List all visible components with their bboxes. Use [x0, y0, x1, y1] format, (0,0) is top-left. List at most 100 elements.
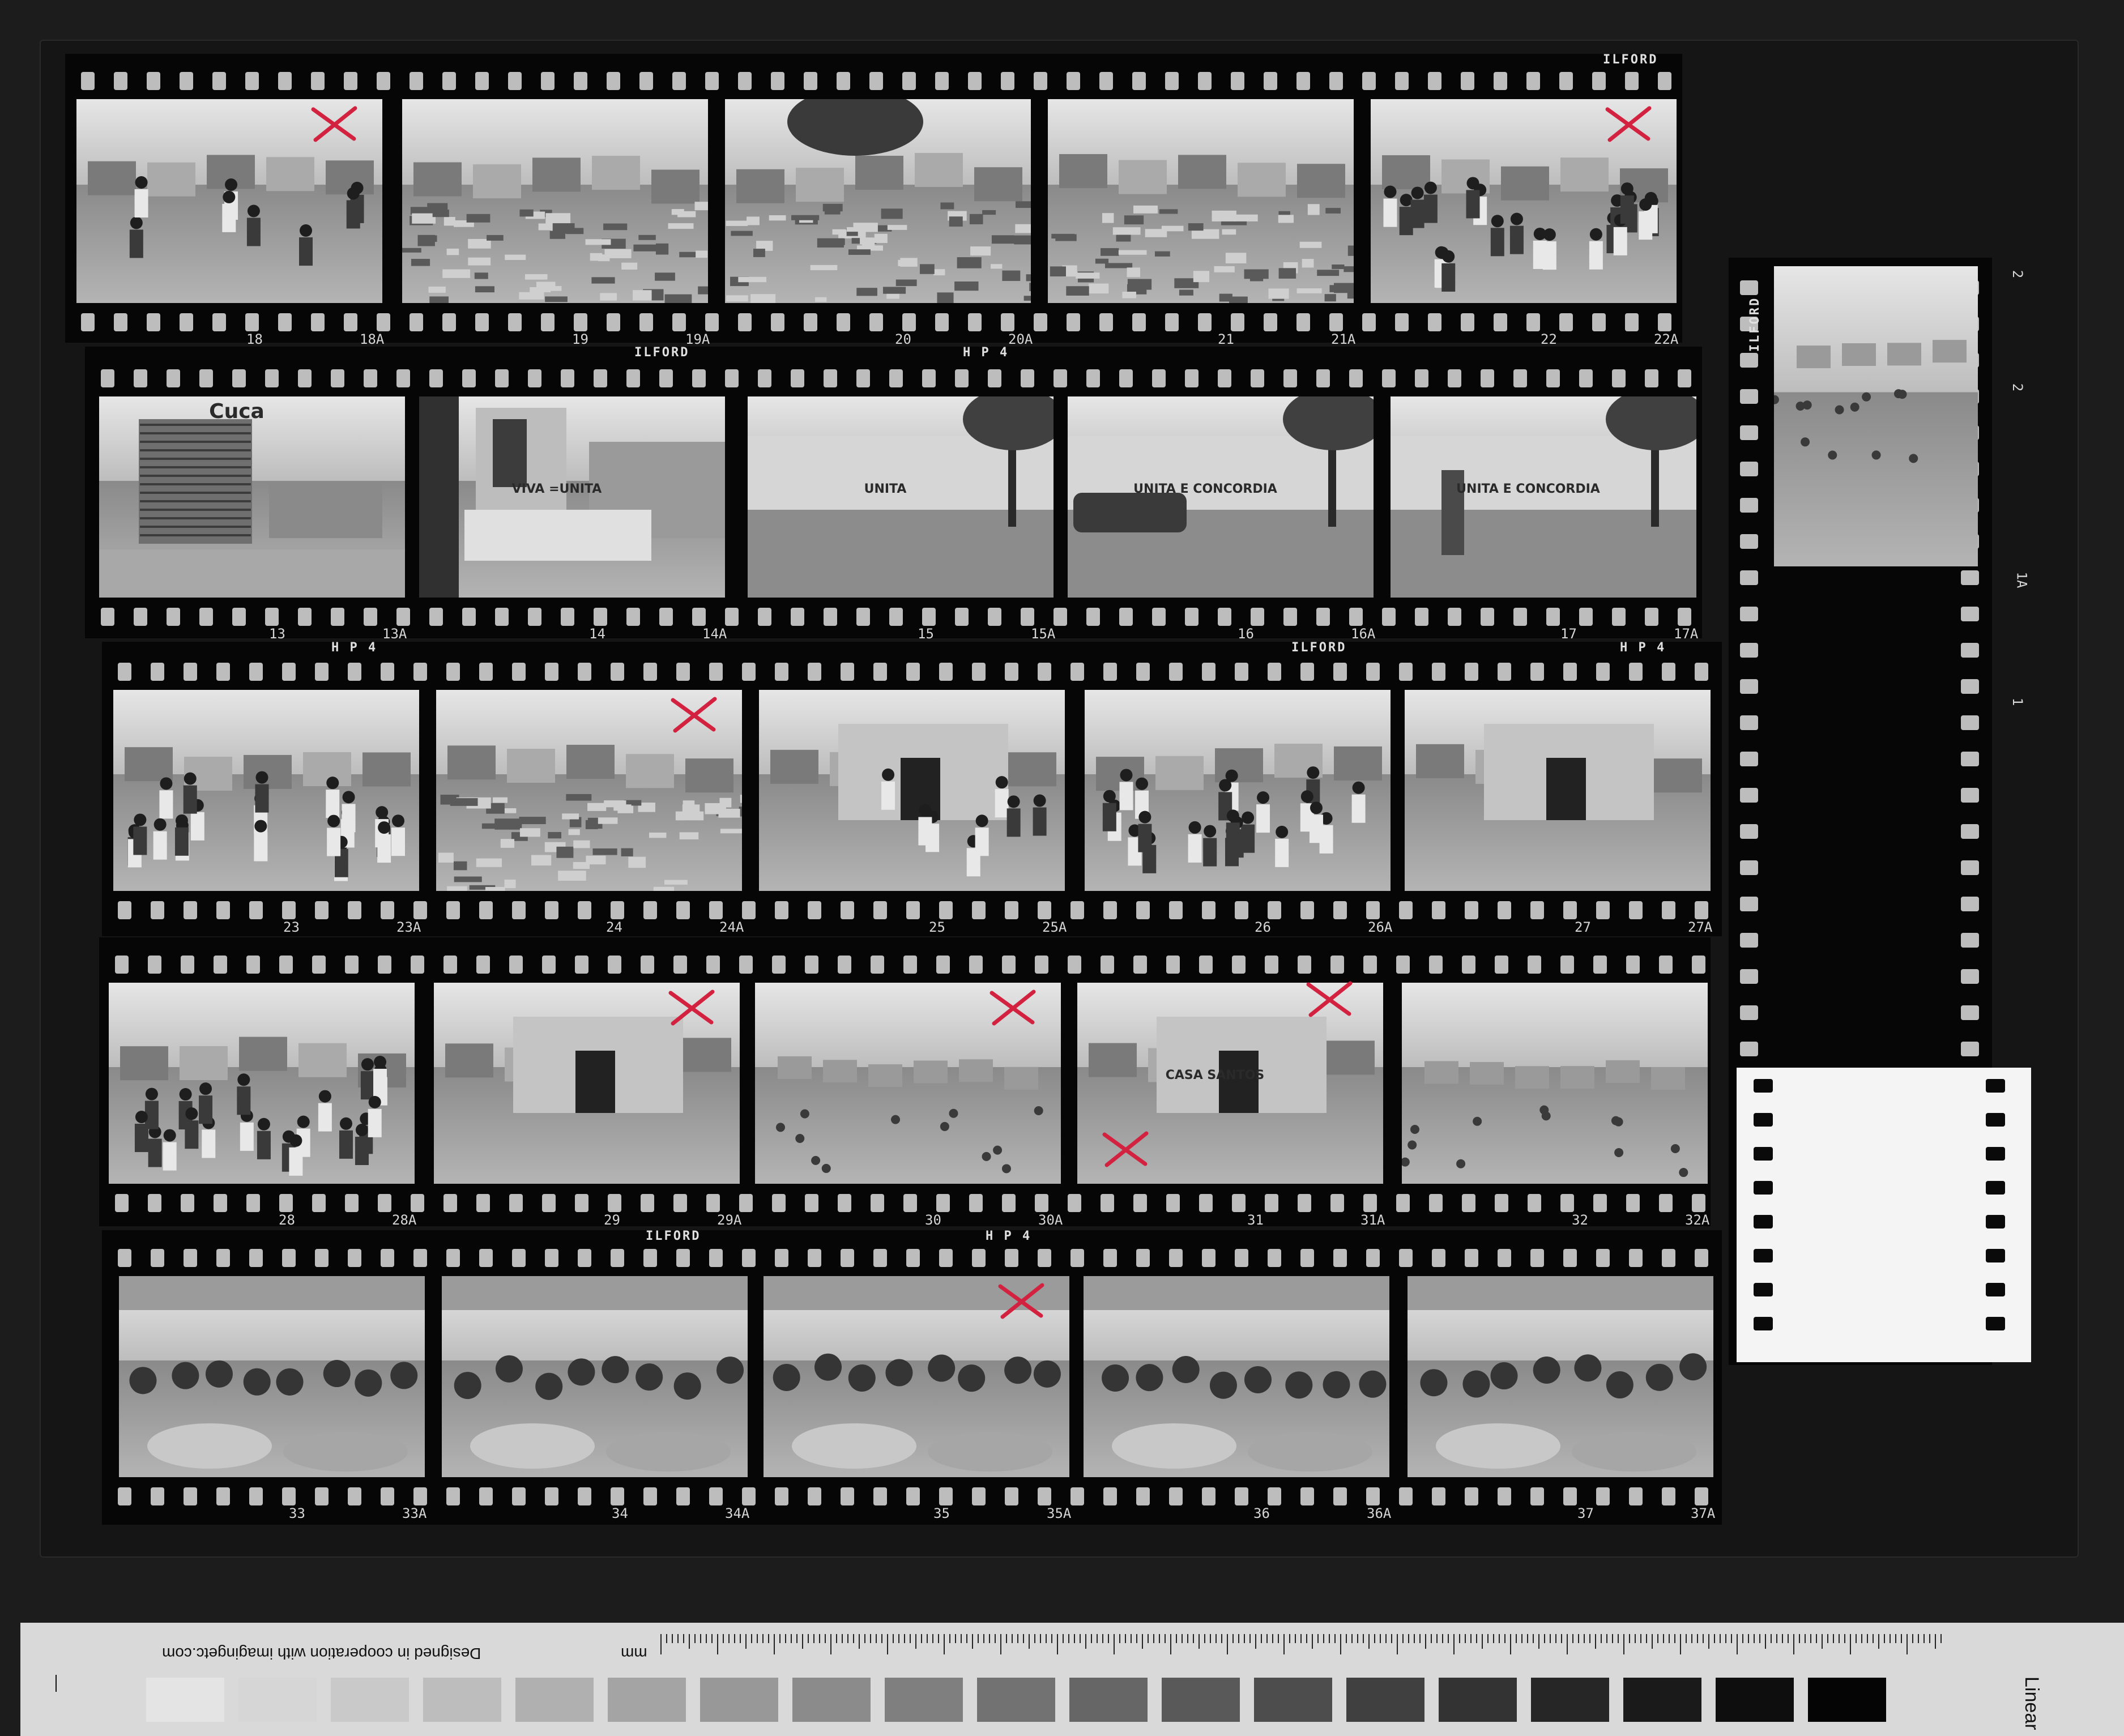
person-head	[175, 814, 188, 827]
sprocket-hole	[1678, 369, 1691, 387]
ruler-tick	[1623, 1634, 1624, 1654]
person-head	[327, 814, 340, 828]
rubble-piece	[1219, 293, 1232, 302]
sprocket-hole	[838, 1194, 851, 1212]
tower-floor-line	[140, 449, 251, 451]
gray-patch	[977, 1678, 1055, 1722]
ground-figure	[1001, 1164, 1011, 1174]
sprocket-hole	[180, 313, 193, 331]
rubble-piece	[1179, 289, 1193, 296]
person-head	[368, 1095, 381, 1108]
frame-number: 36	[1253, 1505, 1270, 1521]
sprocket-hole	[955, 608, 969, 626]
ruler-unit-label: mm	[621, 1645, 647, 1662]
sprocket-hole	[1465, 901, 1478, 919]
sprocket-hole	[968, 313, 982, 331]
ruler-tick	[1810, 1634, 1811, 1643]
film-brand-label: ILFORD	[1603, 53, 1658, 67]
sprocket-hole	[1169, 663, 1183, 681]
sprocket-hole	[1495, 1194, 1508, 1212]
ground-figure	[940, 1121, 949, 1131]
basket	[792, 1423, 916, 1469]
market-person	[958, 1364, 986, 1392]
frame-number-alt: 36A	[1367, 1505, 1392, 1521]
sprocket-hole	[626, 369, 640, 387]
gray-patch	[515, 1678, 594, 1722]
rubble-piece	[718, 808, 740, 818]
shack	[1382, 155, 1430, 190]
sprocket-hole	[1265, 956, 1278, 974]
rubble-piece	[402, 248, 421, 253]
rubble-piece	[1118, 250, 1147, 255]
rubble-piece	[1066, 286, 1089, 296]
rubble-piece	[566, 794, 592, 801]
sky	[1402, 983, 1708, 1068]
sprocket-hole	[216, 901, 230, 919]
shack	[626, 754, 674, 788]
ruler-tick	[757, 1634, 758, 1643]
rubble-piece	[545, 296, 568, 302]
shack	[362, 752, 411, 787]
sprocket-hole	[594, 608, 607, 626]
ruler-tick	[972, 1634, 973, 1649]
ruler-tick	[830, 1634, 831, 1654]
sprocket-hole	[345, 1194, 359, 1212]
sprocket-hole	[1494, 313, 1507, 331]
ruler-tick	[700, 1634, 701, 1643]
ruler-tick	[1827, 1634, 1828, 1643]
rubble-piece	[1116, 234, 1131, 242]
person-body	[1639, 211, 1653, 240]
sprocket-hole	[1629, 1249, 1643, 1267]
shack	[125, 747, 173, 782]
sprocket-hole	[545, 1487, 558, 1505]
ruler-tick	[1748, 1634, 1749, 1643]
frame-photo	[1085, 690, 1391, 891]
ruler-tick	[1006, 1634, 1007, 1643]
distant-building	[959, 1059, 993, 1082]
sprocket-hole	[1038, 901, 1051, 919]
ruler-tick	[1170, 1634, 1171, 1654]
target-credit: Designed in cooperation with imagingetc.…	[162, 1645, 481, 1662]
sprocket-hole	[574, 313, 587, 331]
sprocket-hole	[1645, 608, 1658, 626]
sprocket-hole	[479, 663, 493, 681]
sprocket-hole	[282, 1249, 296, 1267]
sprocket-hole	[676, 901, 690, 919]
rubble-piece	[603, 223, 628, 231]
sprocket-hole	[348, 1487, 361, 1505]
sprocket-hole	[512, 1487, 526, 1505]
sprocket-hole	[1563, 663, 1577, 681]
sprocket-hole	[1754, 1113, 1773, 1127]
sprocket-hole	[906, 1487, 920, 1505]
person-body	[299, 237, 313, 266]
film-brand-label: ILFORD	[646, 1229, 701, 1243]
sprocket-hole	[1268, 1249, 1281, 1267]
photo-frame: UNITA E CONCORDIA	[1391, 396, 1696, 598]
person-head	[247, 204, 260, 217]
sprocket-hole	[1592, 72, 1606, 90]
sprocket-hole	[1546, 608, 1560, 626]
ruler-tick	[740, 1634, 741, 1643]
film-brand-label: H P 4	[331, 641, 378, 655]
frame-photo	[1084, 1276, 1389, 1477]
person-body	[129, 229, 143, 258]
rubble-piece	[417, 234, 435, 246]
tower-floor-line	[140, 441, 251, 443]
ruler-tick	[689, 1634, 690, 1649]
ruler-tick	[1374, 1634, 1375, 1643]
sprocket-hole	[1625, 313, 1639, 331]
rubble-piece	[519, 292, 544, 300]
ruler-tick	[1289, 1634, 1290, 1643]
ruler-tick	[796, 1634, 797, 1643]
shack	[88, 161, 136, 195]
sprocket-hole	[509, 956, 523, 974]
ground-figure	[1670, 1144, 1680, 1153]
frame-number-alt: 20A	[1008, 331, 1033, 347]
sprocket-hole	[1481, 608, 1494, 626]
sprocket-hole	[442, 72, 456, 90]
sprocket-hole	[246, 956, 260, 974]
rubble-piece	[590, 253, 603, 261]
rubble-piece	[895, 279, 917, 287]
person-head	[392, 814, 405, 828]
person-head	[1510, 212, 1523, 225]
